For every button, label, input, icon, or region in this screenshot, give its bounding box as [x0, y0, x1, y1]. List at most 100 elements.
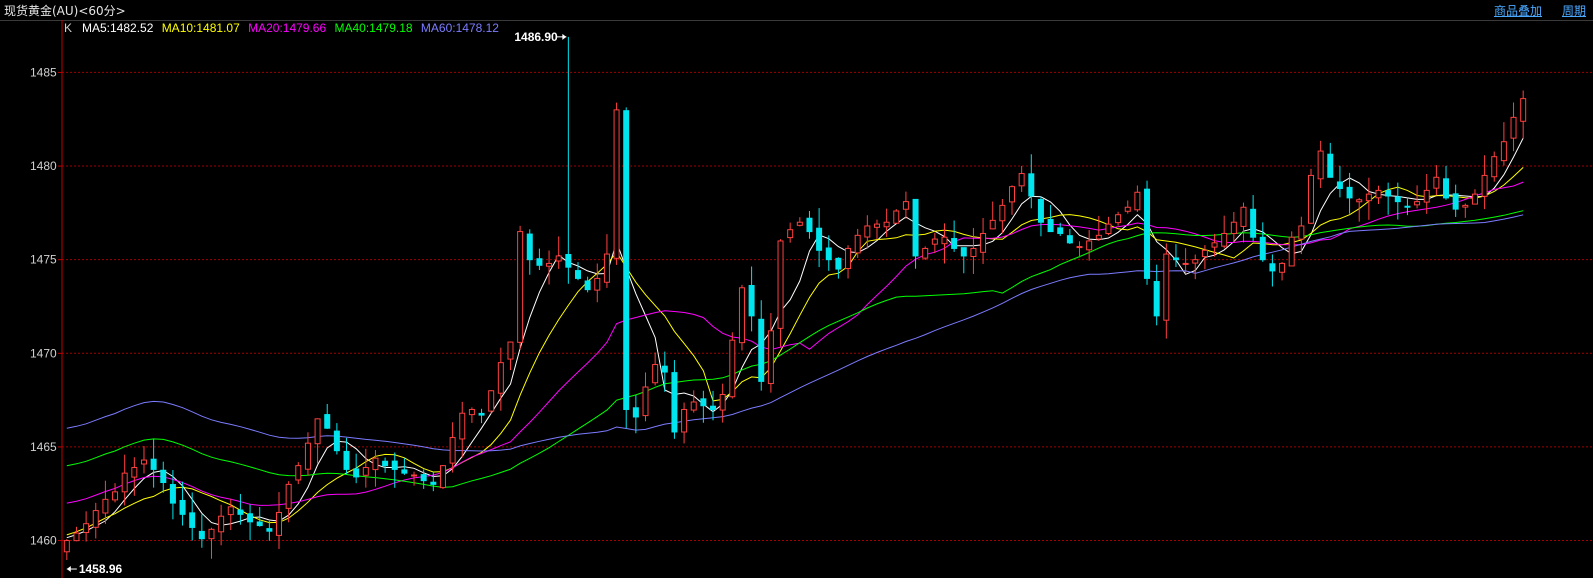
candle-body: [555, 255, 562, 262]
period-link[interactable]: 周期: [1562, 2, 1586, 19]
candle: [642, 372, 649, 422]
candle-body: [729, 339, 736, 398]
candle-body: [1385, 190, 1392, 197]
candle-body: [989, 219, 996, 230]
candle-body: [507, 341, 514, 360]
candle: [1163, 243, 1170, 339]
candle-body: [1394, 196, 1401, 203]
candle: [1066, 228, 1073, 244]
candle: [478, 408, 485, 424]
candle: [1317, 140, 1324, 188]
candle: [1375, 185, 1382, 205]
candle-body: [256, 521, 263, 527]
candle-body: [333, 430, 340, 452]
candle: [1423, 174, 1430, 214]
candle-body: [1163, 253, 1170, 321]
candle-body: [497, 362, 504, 394]
candle-body: [603, 253, 610, 283]
candle: [989, 201, 996, 230]
candle-body: [227, 506, 234, 516]
candle-body: [652, 364, 659, 384]
candle-body: [1115, 214, 1122, 224]
candle-body: [304, 442, 311, 470]
candle-body: [1192, 259, 1199, 264]
candle-body: [131, 467, 138, 478]
candle: [845, 245, 852, 279]
candle-body: [1172, 257, 1179, 261]
candle: [488, 390, 495, 414]
candle: [218, 504, 225, 546]
candle: [690, 390, 697, 413]
candle-body: [690, 401, 697, 411]
candle-body: [353, 468, 360, 478]
candle-body: [902, 201, 909, 210]
candle: [1443, 165, 1450, 200]
candle: [1520, 90, 1527, 139]
min-price-label: 1458.96: [79, 562, 123, 576]
candle-body: [92, 510, 99, 528]
candle-body: [526, 233, 533, 261]
candle: [960, 247, 967, 274]
ma-line-20: [66, 181, 1524, 506]
candle-body: [787, 229, 794, 239]
candle-body: [73, 532, 80, 542]
candle-body: [83, 523, 90, 533]
candle: [459, 401, 466, 458]
candle: [169, 470, 176, 520]
candle-body: [777, 240, 784, 329]
candlestick-chart: 146014651470147514801485 1486.901458.96 …: [30, 20, 1593, 578]
candle: [1047, 204, 1054, 233]
candle: [362, 448, 369, 488]
candle-body: [1481, 174, 1488, 197]
candle-body: [1365, 193, 1372, 202]
candle-body: [941, 236, 948, 245]
legend-ma10: MA10:1481.07: [162, 21, 240, 35]
candle-body: [1250, 208, 1257, 238]
candle-body: [661, 365, 668, 373]
candle-body: [1443, 178, 1450, 199]
candle-body: [478, 412, 485, 416]
y-tick-label: 1475: [30, 253, 57, 267]
candle: [1172, 244, 1179, 268]
candle: [1259, 222, 1266, 262]
candle-body: [632, 407, 639, 418]
candle: [565, 36, 572, 284]
candle: [816, 208, 823, 268]
candle-body: [1259, 236, 1266, 261]
candle-body: [247, 513, 254, 523]
candle: [112, 483, 119, 503]
candle: [353, 453, 360, 484]
candle: [1124, 200, 1131, 214]
candle-body: [951, 238, 958, 249]
candle-body: [1471, 193, 1478, 205]
candle-body: [816, 227, 823, 251]
candle: [1240, 202, 1247, 243]
candle-body: [179, 499, 186, 515]
candle: [1510, 102, 1517, 152]
candle-body: [343, 450, 350, 470]
candle: [941, 223, 948, 264]
candle-body: [459, 412, 466, 440]
candle-body: [767, 330, 774, 385]
candle-body: [382, 460, 389, 467]
candle: [970, 227, 977, 274]
candle: [1221, 215, 1228, 249]
legend-k-label: K: [64, 21, 72, 35]
candle-body: [960, 247, 967, 257]
candle: [324, 403, 331, 429]
candle-body: [1095, 234, 1102, 240]
candle: [314, 418, 321, 464]
candle: [594, 263, 601, 303]
candle: [247, 504, 254, 541]
candle: [1095, 215, 1102, 241]
candle: [777, 239, 784, 347]
candle: [189, 492, 196, 541]
candle: [603, 234, 610, 288]
overlay-commodity-link[interactable]: 商品叠加: [1494, 2, 1542, 19]
candle: [1414, 185, 1421, 209]
candle: [1279, 262, 1286, 281]
candle: [748, 266, 755, 332]
candle-body: [1009, 186, 1016, 203]
y-tick-label: 1470: [30, 346, 57, 360]
candle-body: [1057, 227, 1064, 234]
